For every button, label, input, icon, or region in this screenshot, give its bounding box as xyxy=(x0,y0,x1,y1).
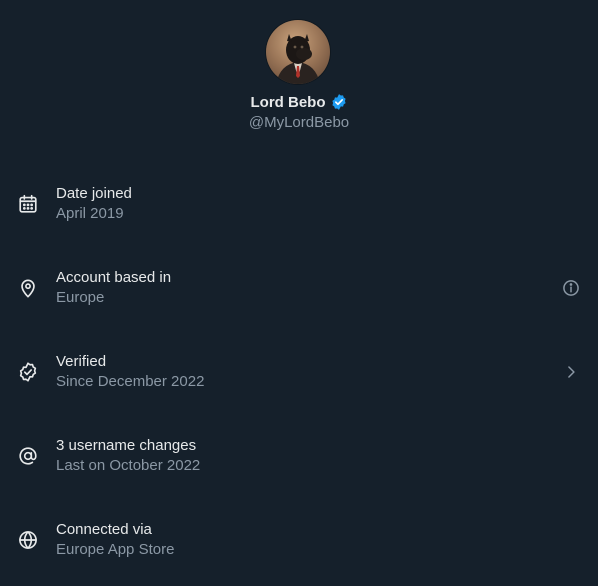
info-icon[interactable] xyxy=(561,278,581,298)
avatar-image xyxy=(276,34,320,84)
info-row-value: Europe App Store xyxy=(56,541,175,558)
account-info-list: Date joined April 2019 Account based in … xyxy=(0,166,598,586)
profile-header: Lord Bebo @MyLordBebo xyxy=(0,0,598,140)
info-row-connected-via: Connected via Europe App Store xyxy=(0,502,598,586)
user-handle: @MyLordBebo xyxy=(248,114,350,131)
location-pin-icon xyxy=(17,277,39,299)
info-row-title: Verified xyxy=(56,353,107,370)
info-row-title: Connected via xyxy=(56,521,152,538)
info-row-account-based-in: Account based in Europe xyxy=(0,250,598,334)
info-row-title: Account based in xyxy=(56,269,172,286)
calendar-icon xyxy=(17,193,39,215)
at-sign-icon xyxy=(17,445,39,467)
verified-badge-icon[interactable] xyxy=(330,93,348,111)
globe-icon xyxy=(17,529,39,551)
name-row: Lord Bebo xyxy=(0,92,598,112)
info-row-date-joined: Date joined April 2019 xyxy=(0,166,598,250)
display-name: Lord Bebo xyxy=(250,93,326,111)
avatar[interactable] xyxy=(266,20,330,84)
info-row-verified[interactable]: Verified Since December 2022 xyxy=(0,334,598,418)
info-row-value: Last on October 2022 xyxy=(56,457,201,474)
info-row-title: 3 username changes xyxy=(56,437,197,454)
chevron-right-icon[interactable] xyxy=(561,362,581,382)
verified-badge-icon xyxy=(17,361,39,383)
info-row-title: Date joined xyxy=(56,185,132,202)
info-row-value: April 2019 xyxy=(56,205,124,222)
info-row-value: Europe xyxy=(56,289,105,306)
info-row-username-changes: 3 username changes Last on October 2022 xyxy=(0,418,598,502)
info-row-value: Since December 2022 xyxy=(56,373,205,390)
